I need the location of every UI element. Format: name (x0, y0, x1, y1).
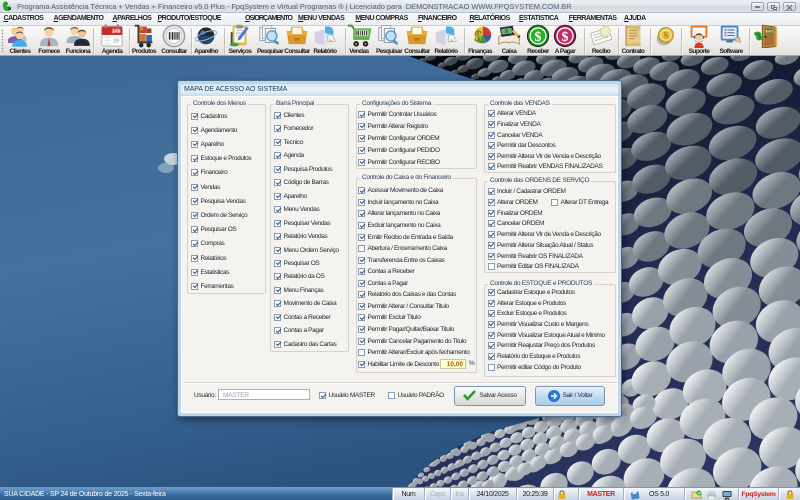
svg-text:$: $ (535, 30, 542, 45)
svg-text:29: 29 (113, 38, 119, 44)
svg-text:EXIT: EXIT (766, 29, 774, 34)
svg-text:S: S (663, 32, 668, 42)
svg-text:JAN: JAN (112, 29, 120, 34)
svg-text:$: $ (474, 28, 482, 45)
svg-text:$: $ (562, 30, 569, 45)
